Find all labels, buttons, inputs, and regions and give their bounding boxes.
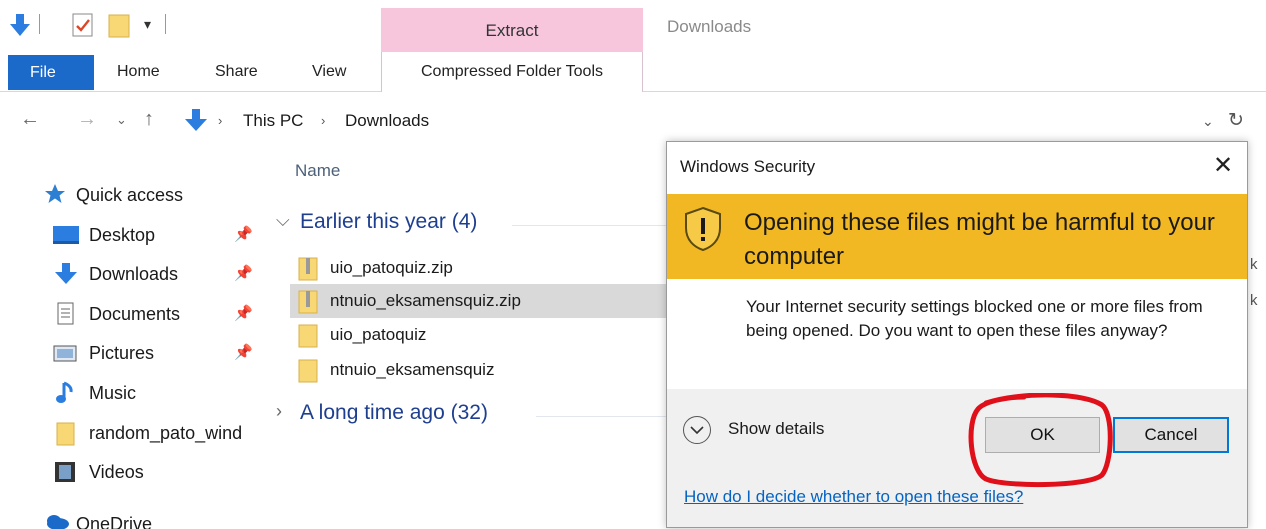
pin-icon[interactable]: 📌 bbox=[234, 264, 253, 282]
recent-locations-chevron-icon[interactable]: ⌄ bbox=[116, 112, 127, 128]
address-dropdown-icon[interactable]: ⌄ bbox=[1202, 113, 1214, 130]
compressed-tools-context-header: Extract bbox=[381, 8, 643, 52]
videos-icon bbox=[52, 460, 80, 489]
ribbon-tabs: File Home Share View Compressed Folder T… bbox=[0, 52, 1266, 92]
breadcrumb-separator-icon: › bbox=[321, 113, 326, 128]
address-box[interactable]: › This PC › Downloads ⌄ ↻ bbox=[180, 104, 1266, 138]
nav-item-downloads[interactable]: Downloads 📌 bbox=[0, 256, 265, 294]
nav-label: Pictures bbox=[89, 343, 155, 363]
properties-icon[interactable] bbox=[72, 12, 94, 43]
document-icon bbox=[52, 302, 80, 331]
folder-icon bbox=[52, 421, 80, 452]
forward-arrow-icon[interactable]: → bbox=[77, 108, 97, 131]
group-divider bbox=[512, 225, 670, 226]
group-a-long-time-ago[interactable]: › A long time ago (32) bbox=[270, 396, 670, 436]
dialog-footer: Show details OK Cancel How do I decide w… bbox=[667, 389, 1247, 527]
zip-folder-icon bbox=[298, 257, 318, 286]
truncated-column-text: k bbox=[1250, 256, 1258, 273]
group-divider bbox=[536, 416, 670, 417]
folder-icon bbox=[298, 324, 318, 353]
nav-label: Downloads bbox=[89, 264, 179, 284]
up-arrow-icon[interactable]: ↑ bbox=[144, 108, 154, 131]
tab-share[interactable]: Share bbox=[215, 52, 258, 92]
address-bar-row: ← → ⌄ ↑ › This PC › Downloads ⌄ ↻ bbox=[0, 100, 1266, 142]
pictures-icon bbox=[52, 341, 80, 370]
warning-shield-icon bbox=[683, 206, 723, 257]
chevron-right-icon[interactable]: › bbox=[276, 401, 282, 422]
tab-view[interactable]: View bbox=[312, 52, 346, 92]
nav-item-onedrive[interactable]: OneDrive bbox=[0, 504, 265, 529]
file-name: ntnuio_eksamensquiz bbox=[330, 360, 495, 379]
chevron-down-icon[interactable]: ⌵ bbox=[276, 210, 290, 231]
pin-icon[interactable]: 📌 bbox=[234, 225, 253, 243]
nav-quick-access[interactable]: Quick access bbox=[0, 177, 265, 215]
nav-label: random_pato_wind bbox=[89, 423, 243, 443]
dialog-message: Your Internet security settings blocked … bbox=[746, 297, 1203, 340]
column-header-name[interactable]: Name bbox=[295, 161, 340, 181]
pin-icon[interactable]: 📌 bbox=[234, 343, 253, 361]
warning-heading: Opening these files might be harmful to … bbox=[744, 209, 1215, 270]
zip-folder-icon bbox=[298, 290, 318, 319]
nav-item-videos[interactable]: Videos bbox=[0, 454, 265, 492]
nav-label: Videos bbox=[89, 462, 144, 482]
help-link[interactable]: How do I decide whether to open these fi… bbox=[684, 487, 1023, 507]
file-name: uio_patoquiz.zip bbox=[330, 258, 453, 277]
breadcrumb-downloads[interactable]: Downloads bbox=[345, 111, 429, 131]
group-earlier-this-year[interactable]: ⌵ Earlier this year (4) bbox=[270, 205, 670, 245]
music-icon bbox=[52, 381, 80, 410]
nav-label: OneDrive bbox=[76, 514, 153, 529]
downloads-location-icon bbox=[185, 109, 207, 138]
window-title: Downloads bbox=[667, 17, 752, 36]
group-label: A long time ago (32) bbox=[300, 401, 488, 424]
nav-item-desktop[interactable]: Desktop 📌 bbox=[0, 217, 265, 255]
refresh-icon[interactable]: ↻ bbox=[1228, 109, 1244, 132]
warning-banner: Opening these files might be harmful to … bbox=[667, 194, 1247, 279]
truncated-column-text: k bbox=[1250, 292, 1258, 309]
toolbar-separator bbox=[165, 14, 166, 34]
file-name: uio_patoquiz bbox=[330, 325, 427, 344]
breadcrumb-separator-icon: › bbox=[218, 113, 223, 128]
group-label: Earlier this year (4) bbox=[300, 210, 478, 233]
show-details-label: Show details bbox=[728, 419, 825, 438]
tab-home[interactable]: Home bbox=[117, 52, 160, 92]
navigation-pane: Quick access Desktop 📌 Downloads 📌 Docum… bbox=[0, 150, 265, 529]
file-row-uio-patoquiz-zip[interactable]: uio_patoquiz.zip bbox=[292, 251, 670, 285]
windows-security-dialog: Windows Security ✕ Opening these files m… bbox=[666, 141, 1248, 528]
title-bar: ▾ Extract Downloads bbox=[0, 0, 1266, 52]
nav-label: Quick access bbox=[76, 185, 184, 205]
desktop-icon bbox=[52, 223, 80, 252]
customize-toolbar-icon[interactable]: ▾ bbox=[144, 16, 151, 33]
file-name: ntnuio_eksamensquiz.zip bbox=[330, 291, 521, 310]
nav-label: Music bbox=[89, 383, 137, 403]
cloud-icon bbox=[44, 512, 70, 529]
download-icon bbox=[52, 262, 80, 291]
extract-label: Extract bbox=[485, 21, 539, 40]
dialog-title: Windows Security bbox=[680, 157, 816, 176]
file-row-ntnuio-eksamensquiz-zip[interactable]: ntnuio_eksamensquiz.zip bbox=[290, 284, 668, 318]
back-arrow-icon[interactable]: ← bbox=[20, 108, 40, 131]
breadcrumb-this-pc[interactable]: This PC bbox=[243, 111, 303, 131]
file-row-ntnuio-eksamensquiz[interactable]: ntnuio_eksamensquiz bbox=[292, 353, 670, 387]
pin-icon[interactable]: 📌 bbox=[234, 304, 253, 322]
tab-file[interactable]: File bbox=[8, 55, 94, 90]
nav-item-documents[interactable]: Documents 📌 bbox=[0, 296, 265, 334]
nav-item-music[interactable]: Music bbox=[0, 375, 265, 413]
new-folder-icon[interactable] bbox=[108, 12, 132, 43]
star-icon bbox=[44, 183, 66, 210]
tab-compressed-folder-tools[interactable]: Compressed Folder Tools bbox=[381, 52, 643, 92]
nav-item-pictures[interactable]: Pictures 📌 bbox=[0, 335, 265, 373]
cancel-button[interactable]: Cancel bbox=[1113, 417, 1229, 453]
folder-icon bbox=[298, 359, 318, 388]
ok-button[interactable]: OK bbox=[985, 417, 1100, 453]
download-arrow-icon[interactable] bbox=[10, 14, 30, 43]
nav-label: Desktop bbox=[89, 225, 156, 245]
file-row-uio-patoquiz[interactable]: uio_patoquiz bbox=[292, 318, 670, 352]
file-list: Name ⌵ Earlier this year (4) uio_patoqui… bbox=[270, 150, 670, 529]
close-icon[interactable]: ✕ bbox=[1205, 148, 1241, 184]
toolbar-separator bbox=[39, 14, 40, 34]
chevron-down-circle-icon[interactable] bbox=[683, 416, 711, 444]
nav-label: Documents bbox=[89, 304, 181, 324]
nav-item-random-pato-wind[interactable]: random_pato_wind bbox=[0, 415, 265, 453]
